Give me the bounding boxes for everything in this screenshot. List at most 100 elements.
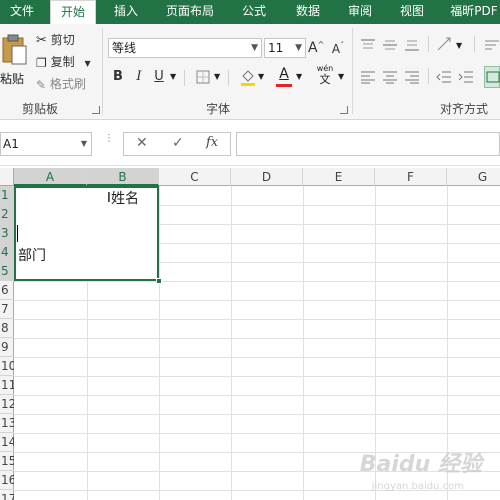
chevron-down-icon: ▼ [295,43,302,53]
shrink-font-button[interactable]: Aˇ [330,38,346,60]
wrap-text-icon[interactable] [484,38,500,52]
group-separator [352,28,353,114]
tab-review[interactable]: 审阅 [338,0,382,24]
column-header-b[interactable]: B [87,168,159,186]
tab-home[interactable]: 开始 [50,0,96,25]
decrease-indent-icon[interactable] [436,70,452,84]
copy-button[interactable]: ❐ 复制 ▼ [36,52,91,72]
chevron-down-icon[interactable]: ▼ [296,72,302,81]
underline-button[interactable]: U [152,66,166,88]
select-all-corner[interactable] [0,168,14,186]
chevron-down-icon[interactable]: ▼ [214,72,220,81]
column-header-f[interactable]: F [375,168,447,186]
merge-center-button[interactable] [484,66,500,88]
italic-button[interactable]: I [132,66,146,88]
tab-formulas[interactable]: 公式 [232,0,276,24]
format-painter-button[interactable]: ✎ 格式刷 [36,74,86,94]
column-header-c[interactable]: C [159,168,231,186]
worksheet-grid[interactable]: A B C D E F G 1 2 3 4 5 6 7 8 9 10 11 12… [0,168,500,500]
down-caret-icon: ˇ [340,41,345,50]
orientation-icon[interactable] [436,36,452,52]
chevron-down-icon[interactable]: ▼ [84,59,90,68]
font-size-value: 11 [268,41,284,55]
row-header-6[interactable]: 6 [0,281,14,300]
scissors-icon: ✂ [36,32,47,48]
clipboard-launcher-icon[interactable] [92,106,100,114]
font-launcher-icon[interactable] [340,106,348,114]
merge-icon [486,71,500,83]
middle-align-icon[interactable] [382,38,398,52]
tab-view[interactable]: 视图 [390,0,434,24]
row-header-1[interactable]: 1 [0,186,14,205]
font-color-button[interactable]: A [276,66,292,88]
gridline [14,395,500,396]
chevron-down-icon[interactable]: ▼ [170,72,176,81]
shrink-font-letter: A [331,42,341,56]
row-header-17[interactable]: 17 [0,490,14,500]
top-align-icon[interactable] [360,38,376,52]
cancel-icon[interactable]: ✕ [136,135,148,151]
up-caret-icon: ^ [317,40,325,49]
font-color-bar [276,84,292,87]
column-header-a[interactable]: A [14,168,87,186]
cell-a4-text: 部门 [18,248,46,264]
font-name-value: 等线 [112,41,137,55]
chevron-down-icon[interactable]: ▼ [456,41,462,50]
bold-button[interactable]: B [110,66,126,88]
name-box-value: A1 [3,137,19,151]
formula-input[interactable] [236,132,500,156]
row-header-15[interactable]: 15 [0,452,14,471]
phonetic-guide-button[interactable]: wén 文 [316,64,334,88]
row-header-10[interactable]: 10 [0,357,14,376]
font-name-select[interactable]: 等线 ▼ [108,38,262,58]
row-header-14[interactable]: 14 [0,433,14,452]
column-header-d[interactable]: D [231,168,303,186]
tab-foxit-pdf[interactable]: 福昕PDF [444,0,500,24]
tab-insert[interactable]: 插入 [104,0,148,24]
gridline [14,357,500,358]
align-left-icon[interactable] [360,70,376,84]
fill-color-icon[interactable] [240,68,256,86]
column-header-e[interactable]: E [303,168,375,186]
row-header-7[interactable]: 7 [0,300,14,319]
row-header-8[interactable]: 8 [0,319,14,338]
align-right-icon[interactable] [404,70,420,84]
formula-bar-splitter-icon[interactable]: ⋮ [104,134,114,150]
row-header-9[interactable]: 9 [0,338,14,357]
insert-function-button[interactable]: fx [206,135,218,150]
row-header-11[interactable]: 11 [0,376,14,395]
row-header-2[interactable]: 2 [0,205,14,224]
align-center-icon[interactable] [382,70,398,84]
ibeam-cursor-icon: I [107,191,111,206]
cut-button[interactable]: ✂ 剪切 [36,30,75,50]
row-header-4[interactable]: 4 [0,243,14,262]
row-header-5[interactable]: 5 [0,262,14,281]
chevron-down-icon[interactable]: ▼ [338,72,344,81]
name-box[interactable]: A1 ▼ [0,132,92,156]
fill-handle[interactable] [156,278,162,284]
tab-file[interactable]: 文件 [0,0,44,24]
gridline [14,338,500,339]
tab-data[interactable]: 数据 [286,0,330,24]
row-header-3[interactable]: 3 [0,224,14,243]
chevron-down-icon[interactable]: ▼ [81,133,87,155]
alignment-group-label: 对齐方式 [440,102,489,116]
column-header-g[interactable]: G [447,168,500,186]
tab-page-layout[interactable]: 页面布局 [158,0,222,24]
row-header-16[interactable]: 16 [0,471,14,490]
increase-indent-icon[interactable] [458,70,474,84]
bottom-align-icon[interactable] [404,38,420,52]
format-painter-label: 格式刷 [49,77,86,91]
enter-icon[interactable]: ✓ [172,135,184,151]
gridline [14,281,500,282]
gridline [14,300,500,301]
font-size-select[interactable]: 11 ▼ [264,38,306,58]
group-separator [102,28,103,114]
borders-icon[interactable] [196,70,210,84]
copy-label: 复制 [50,55,75,69]
paste-button[interactable]: 粘贴 [0,28,28,92]
grow-font-button[interactable]: A^ [308,37,324,59]
chevron-down-icon[interactable]: ▼ [258,72,264,81]
row-header-12[interactable]: 12 [0,395,14,414]
row-header-13[interactable]: 13 [0,414,14,433]
